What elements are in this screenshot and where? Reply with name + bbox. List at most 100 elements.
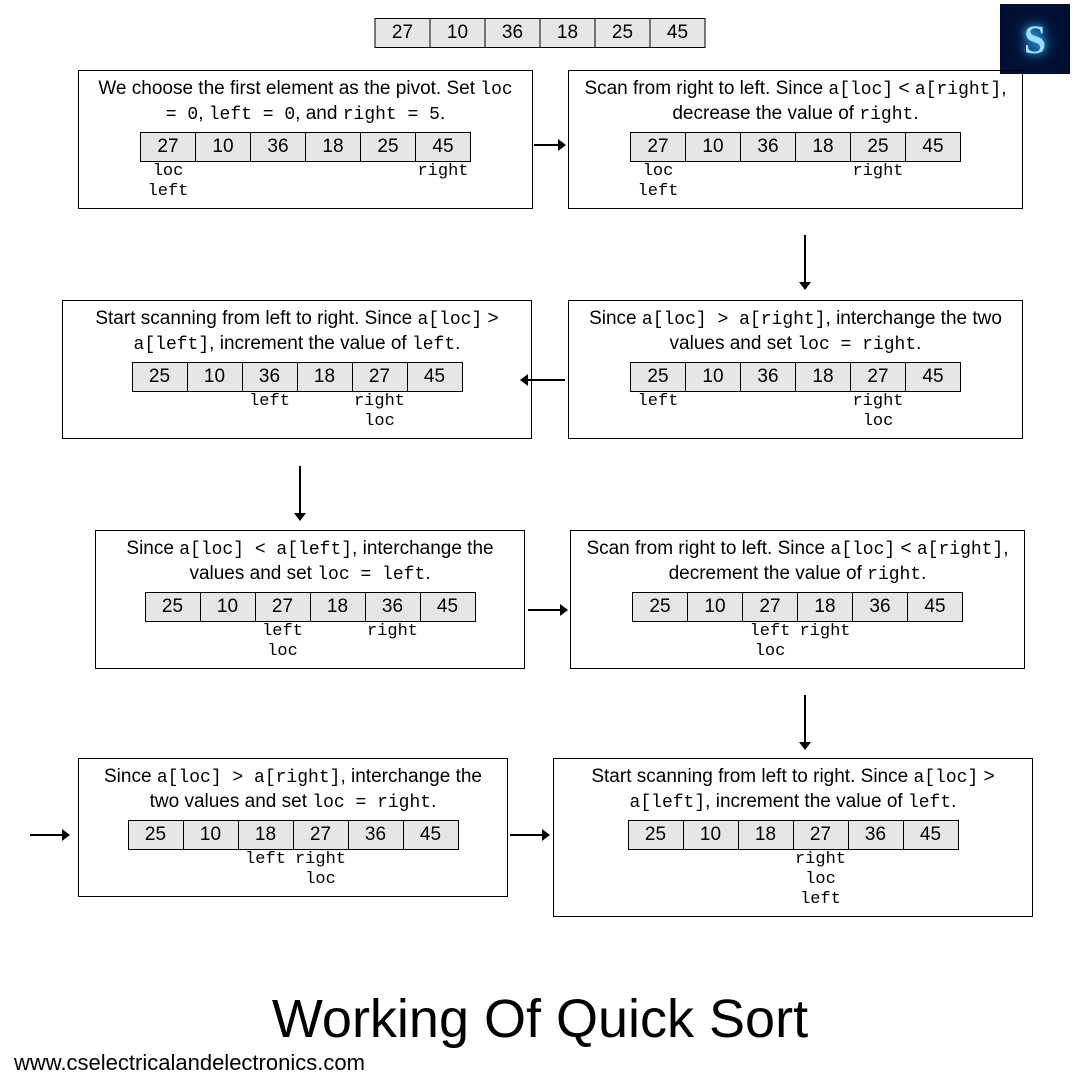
array-cell: 27 bbox=[375, 18, 431, 48]
array-cell: 45 bbox=[903, 820, 959, 850]
array-cell: 45 bbox=[650, 18, 706, 48]
pointer-label: right bbox=[850, 162, 906, 181]
pointer-labels: loc bbox=[632, 642, 963, 662]
array-cell: 45 bbox=[905, 132, 961, 162]
pointer-labels: leftright bbox=[632, 622, 963, 642]
step-array: 271036182545 bbox=[140, 132, 471, 162]
array-cell: 10 bbox=[687, 592, 743, 622]
array-cell: 27 bbox=[293, 820, 349, 850]
pointer-label: loc bbox=[850, 412, 906, 431]
array-cell: 18 bbox=[238, 820, 294, 850]
flow-arrow-icon bbox=[795, 235, 815, 290]
array-cell: 18 bbox=[310, 592, 366, 622]
step-array: 251036182745 bbox=[132, 362, 463, 392]
array-cell: 10 bbox=[187, 362, 243, 392]
step-description: Since a[loc] > a[right], interchange the… bbox=[89, 765, 497, 814]
pointer-label: loc bbox=[352, 412, 408, 431]
pointer-label: left bbox=[238, 850, 294, 869]
pointer-label: left bbox=[793, 890, 849, 909]
array-cell: 10 bbox=[685, 132, 741, 162]
flow-arrow-icon bbox=[510, 825, 550, 845]
array-cell: 27 bbox=[793, 820, 849, 850]
array-cell: 45 bbox=[420, 592, 476, 622]
brand-logo: S bbox=[1000, 4, 1070, 74]
array-cell: 25 bbox=[628, 820, 684, 850]
pointer-label: left bbox=[630, 182, 686, 201]
pointer-labels: loc bbox=[132, 412, 463, 432]
pointer-labels: loc right bbox=[140, 162, 471, 182]
flow-arrow-icon bbox=[290, 466, 310, 521]
initial-array: 271036182545 bbox=[375, 18, 706, 48]
flow-arrow-icon bbox=[528, 600, 568, 620]
pointer-labels: leftright bbox=[128, 850, 459, 870]
pointer-labels: right bbox=[628, 850, 959, 870]
array-cell: 18 bbox=[795, 362, 851, 392]
step-array: 251018273645 bbox=[628, 820, 959, 850]
step-box: Scan from right to left. Since a[loc] < … bbox=[570, 530, 1025, 669]
pointer-labels: left right bbox=[145, 622, 476, 642]
array-cell: 27 bbox=[255, 592, 311, 622]
pointer-labels: loc right bbox=[630, 162, 961, 182]
step-box: Start scanning from left to right. Since… bbox=[62, 300, 532, 439]
array-cell: 25 bbox=[132, 362, 188, 392]
flow-arrow-icon bbox=[520, 370, 565, 390]
array-cell: 36 bbox=[740, 362, 796, 392]
pointer-label: right bbox=[797, 622, 853, 641]
array-cell: 18 bbox=[797, 592, 853, 622]
array-cell: 27 bbox=[850, 362, 906, 392]
source-url: www.cselectricalandelectronics.com bbox=[14, 1050, 365, 1076]
step-box: We choose the first element as the pivot… bbox=[78, 70, 533, 209]
step-array: 251018273645 bbox=[128, 820, 459, 850]
array-cell: 10 bbox=[683, 820, 739, 850]
pointer-labels: loc bbox=[128, 870, 459, 890]
array-cell: 36 bbox=[348, 820, 404, 850]
step-array: 251027183645 bbox=[632, 592, 963, 622]
array-cell: 36 bbox=[485, 18, 541, 48]
step-description: Scan from right to left. Since a[loc] < … bbox=[581, 537, 1014, 586]
array-cell: 10 bbox=[195, 132, 251, 162]
pointer-label: right bbox=[365, 622, 421, 641]
array-cell: 25 bbox=[128, 820, 184, 850]
array-cell: 10 bbox=[183, 820, 239, 850]
array-cell: 18 bbox=[305, 132, 361, 162]
pointer-label: loc bbox=[140, 162, 196, 181]
step-array: 271036182545 bbox=[630, 132, 961, 162]
array-cell: 25 bbox=[630, 362, 686, 392]
array-cell: 10 bbox=[200, 592, 256, 622]
array-cell: 10 bbox=[430, 18, 486, 48]
step-box: Since a[loc] > a[right], interchange the… bbox=[568, 300, 1023, 439]
pointer-label: loc bbox=[255, 642, 311, 661]
pointer-label: left bbox=[255, 622, 311, 641]
pointer-label: left bbox=[242, 392, 298, 411]
array-cell: 36 bbox=[848, 820, 904, 850]
array-cell: 45 bbox=[407, 362, 463, 392]
pointer-label: loc bbox=[793, 870, 849, 889]
pointer-labels: loc bbox=[145, 642, 476, 662]
pointer-labels: loc bbox=[628, 870, 959, 890]
array-cell: 18 bbox=[540, 18, 596, 48]
pointer-label: loc bbox=[293, 870, 349, 889]
array-cell: 27 bbox=[742, 592, 798, 622]
step-description: We choose the first element as the pivot… bbox=[89, 77, 522, 126]
step-description: Scan from right to left. Since a[loc] < … bbox=[579, 77, 1012, 126]
pointer-labels: leftright bbox=[132, 392, 463, 412]
array-cell: 45 bbox=[905, 362, 961, 392]
pointer-labels: loc bbox=[630, 412, 961, 432]
step-box: Since a[loc] < a[left], interchange the … bbox=[95, 530, 525, 669]
step-description: Start scanning from left to right. Since… bbox=[564, 765, 1022, 814]
pointer-labels: left bbox=[140, 182, 471, 202]
array-cell: 45 bbox=[403, 820, 459, 850]
array-cell: 25 bbox=[145, 592, 201, 622]
array-cell: 36 bbox=[852, 592, 908, 622]
pointer-label: loc bbox=[630, 162, 686, 181]
flow-arrow-icon bbox=[534, 135, 566, 155]
array-cell: 36 bbox=[740, 132, 796, 162]
array-cell: 36 bbox=[242, 362, 298, 392]
array-cell: 45 bbox=[415, 132, 471, 162]
pointer-label: right bbox=[415, 162, 471, 181]
array-cell: 25 bbox=[850, 132, 906, 162]
pointer-label: left bbox=[140, 182, 196, 201]
step-array: 251036182745 bbox=[630, 362, 961, 392]
step-array: 251027183645 bbox=[145, 592, 476, 622]
pointer-labels: leftright bbox=[630, 392, 961, 412]
